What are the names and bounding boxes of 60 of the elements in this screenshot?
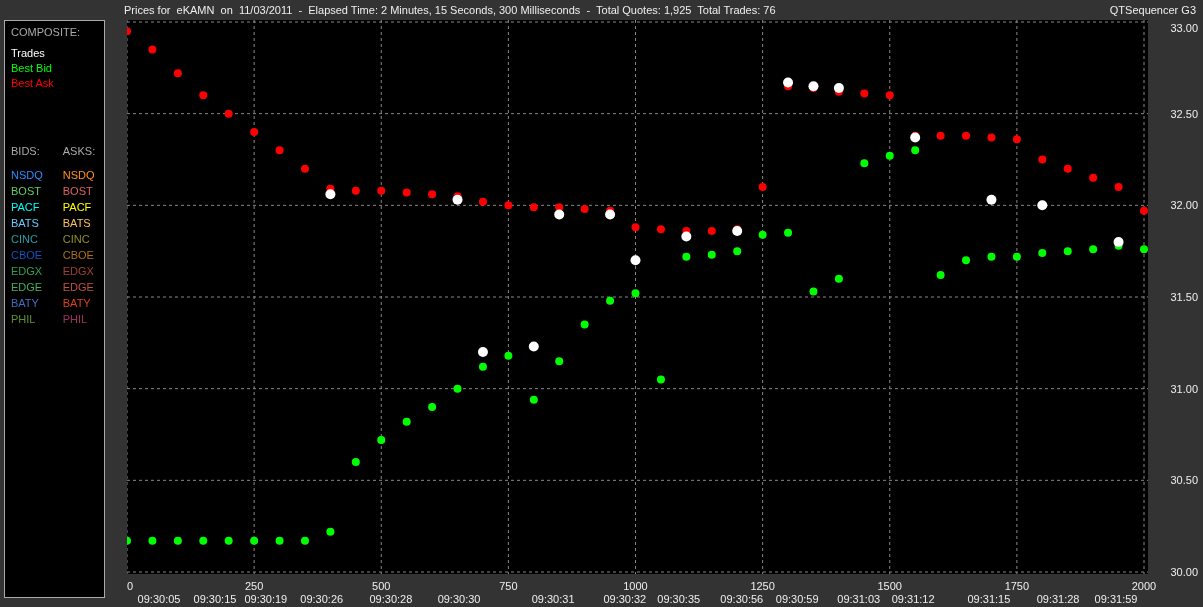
- legend-item: CBOE: [62, 249, 95, 261]
- legend-item: EDGX: [62, 265, 95, 277]
- legend-item: EDGE: [11, 281, 43, 293]
- legend-item: Trades: [11, 47, 46, 59]
- axis-label: 32.50: [1170, 107, 1198, 120]
- legend-item: PACF: [62, 201, 93, 213]
- legend-item: BATS: [62, 217, 92, 229]
- time-label: 09:30:32: [603, 593, 647, 605]
- time-label: 09:30:30: [437, 593, 481, 605]
- axis-label: 1750: [1004, 580, 1030, 592]
- legend-item: EDGX: [11, 265, 43, 277]
- legend-item: BOST: [62, 185, 94, 197]
- legend-heading: ASKS:: [62, 145, 96, 157]
- axis-label: 1250: [750, 580, 775, 592]
- legend-item: NSDQ: [62, 169, 96, 181]
- time-label: 09:30:26: [300, 593, 344, 605]
- axis-label: 1500: [877, 580, 902, 592]
- time-label: 09:30:05: [137, 593, 181, 605]
- axis-label: 250: [244, 580, 264, 592]
- axis-label: 32.00: [1170, 199, 1198, 212]
- axis-label: 0: [127, 580, 134, 592]
- legend-item: PHIL: [11, 313, 37, 325]
- axis-label: 2000: [1131, 580, 1157, 592]
- legend-heading: COMPOSITE:: [11, 26, 82, 38]
- axis-label: 31.00: [1170, 382, 1198, 395]
- axis-label: 750: [499, 580, 518, 592]
- axis-label: 1000: [623, 580, 648, 592]
- axis-label: 33.00: [1170, 22, 1198, 34]
- time-label: 09:30:56: [720, 593, 764, 605]
- legend-item: CBOE: [11, 249, 43, 261]
- legend-item: CINC: [11, 233, 39, 245]
- time-label: 09:31:12: [891, 593, 935, 605]
- time-label: 09:30:15: [193, 593, 237, 605]
- time-label: 09:30:59: [775, 593, 819, 605]
- axis-label: 500: [372, 580, 391, 592]
- app-name: QTSequencer G3: [1109, 4, 1196, 16]
- legend-item: BATY: [11, 297, 40, 309]
- time-label: 09:31:28: [1036, 593, 1080, 605]
- legend-item: BOST: [11, 185, 42, 197]
- time-label: 09:30:31: [531, 593, 575, 605]
- legend-item: PHIL: [62, 313, 89, 325]
- time-label: 09:31:03: [837, 593, 881, 605]
- legend-item: EDGE: [62, 281, 95, 293]
- legend-item: Best Ask: [11, 77, 55, 89]
- axis-label: 30.50: [1170, 474, 1198, 487]
- time-label: 09:31:59: [1094, 593, 1138, 605]
- time-label: 09:30:35: [657, 593, 701, 605]
- legend-item: BATY: [62, 297, 92, 309]
- legend-item: BATS: [11, 217, 40, 229]
- legend-heading: BIDS:: [11, 145, 41, 157]
- legend-item: Best Bid: [11, 62, 53, 74]
- legend-item: CINC: [62, 233, 91, 245]
- legend-item: NSDQ: [11, 169, 43, 181]
- axis-label: 31.50: [1170, 291, 1198, 303]
- axis-label: 30.00: [1170, 566, 1198, 578]
- time-label: 09:31:15: [967, 593, 1011, 605]
- time-label: 09:30:28: [369, 593, 413, 605]
- time-label: 09:30:19: [244, 593, 288, 605]
- window-title: Prices for eKAMN on 11/03/2011 - Elapsed Time: 2 Minutes, 15 Seconds, 300 Milliseconds - Total Quotes: 1,925 Total Trades: 76: [124, 4, 776, 16]
- legend-item: PACF: [11, 201, 41, 213]
